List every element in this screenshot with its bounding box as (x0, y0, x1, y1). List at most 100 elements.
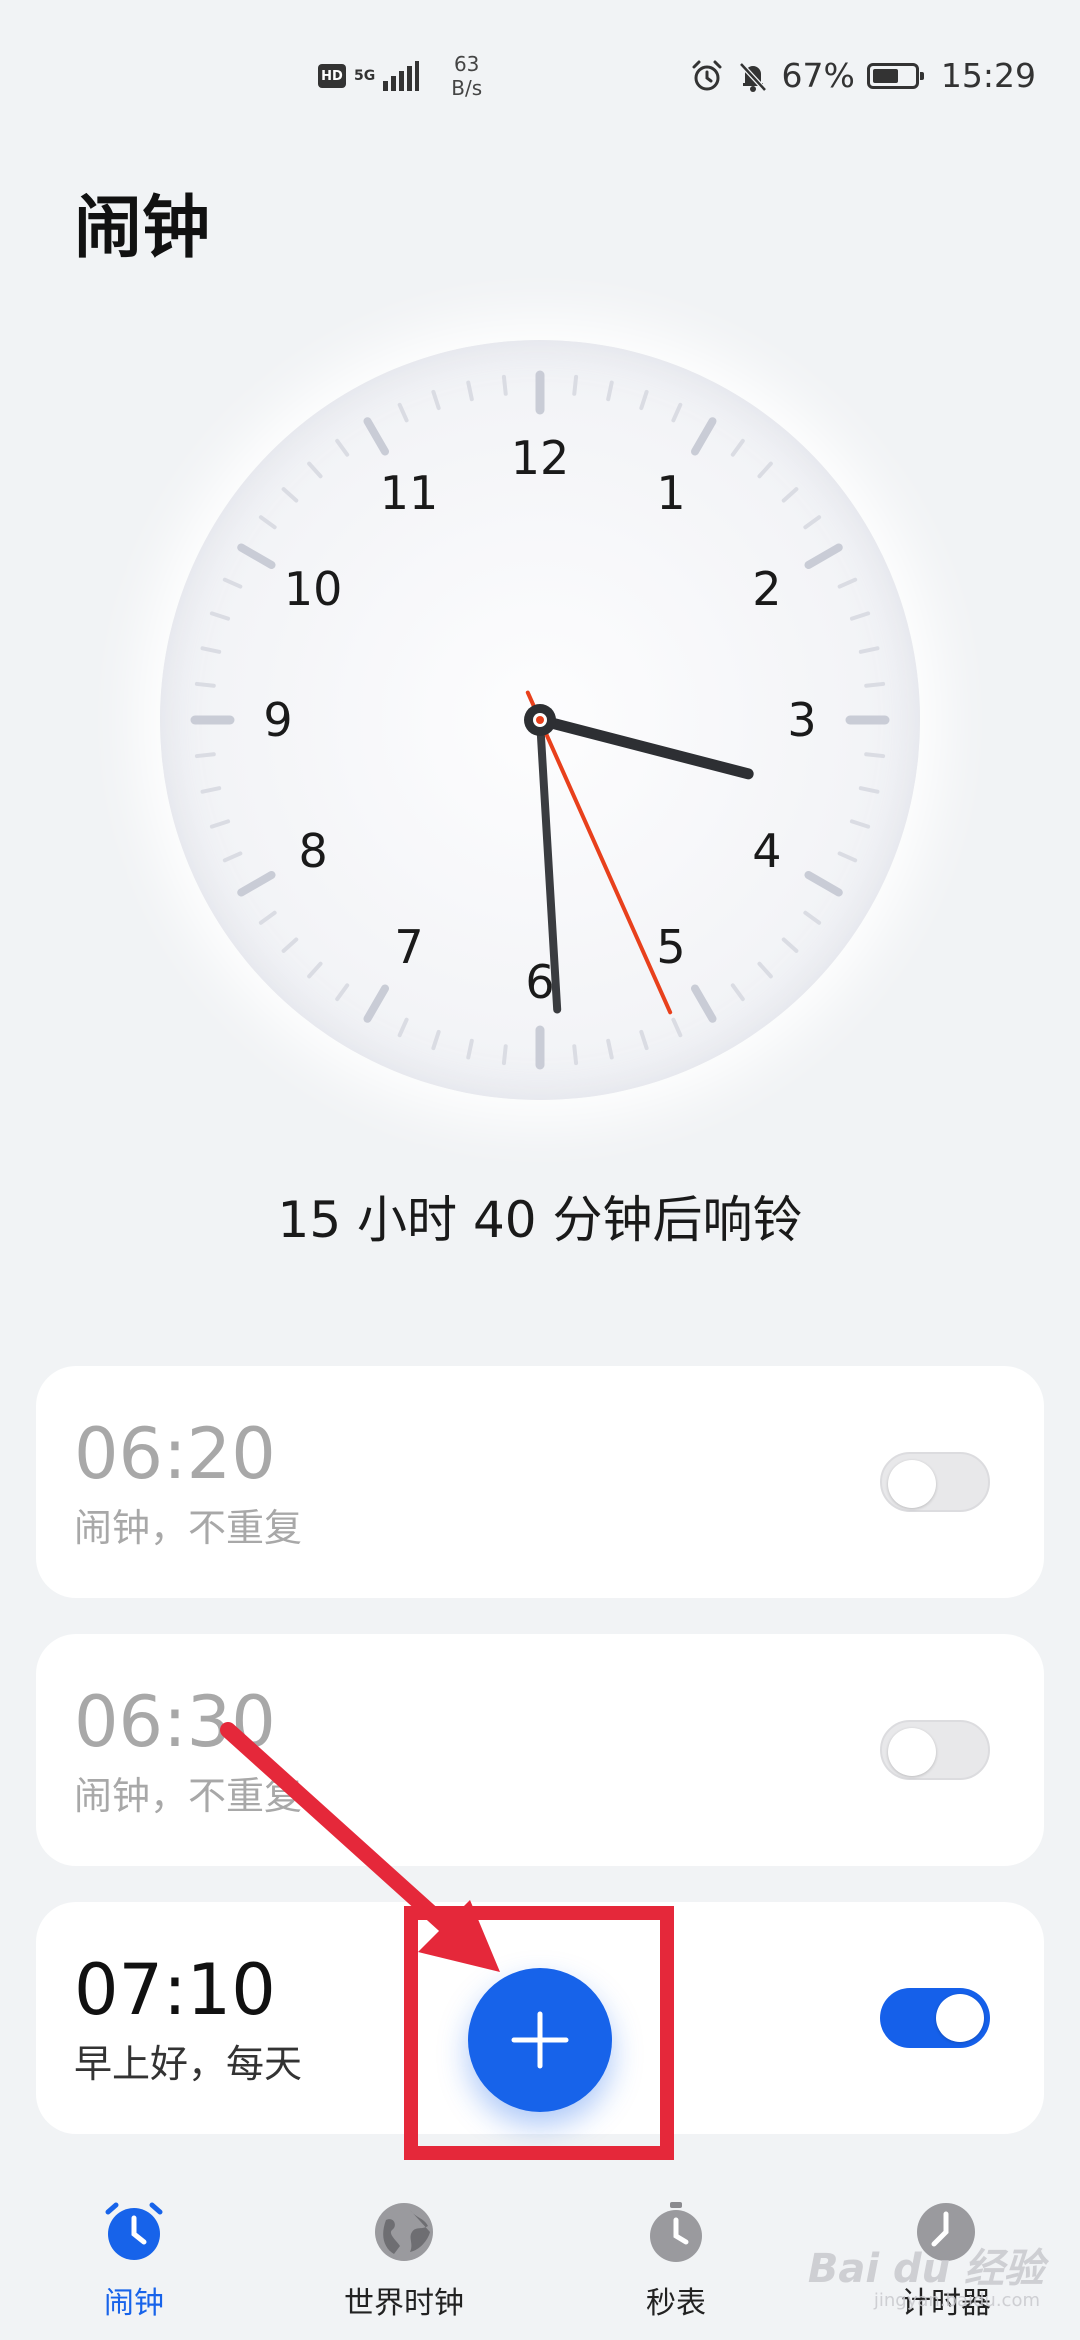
next-alarm-text: 15 小时 40 分钟后响铃 (277, 1191, 803, 1249)
alarm-clock-icon (102, 2200, 166, 2264)
clock-tick (200, 646, 222, 654)
nav-label: 闹钟 (104, 2286, 164, 2321)
clock-tick (222, 577, 243, 589)
clock-tick (397, 1017, 409, 1038)
bell-muted-icon (738, 61, 767, 92)
clock-tick (194, 681, 216, 688)
clock-tick (757, 461, 773, 479)
clock-tick (730, 438, 745, 457)
clock-numeral: 8 (298, 824, 327, 878)
signal-5g-label: 5G (354, 68, 376, 84)
alarm-toggle[interactable] (880, 1452, 990, 1512)
clock-tick (466, 380, 474, 402)
clock-tick (804, 543, 843, 569)
clock-numeral: 11 (380, 466, 439, 520)
toggle-knob (888, 1460, 936, 1508)
clock-tick (237, 543, 276, 569)
alarm-toggle[interactable] (880, 1720, 990, 1780)
nav-label: 秒表 (646, 2286, 706, 2321)
clock-tick (803, 910, 822, 925)
clock-tick (803, 515, 822, 530)
nav-item-alarm[interactable]: 闹钟 (34, 2200, 234, 2322)
clock-tick (671, 402, 683, 423)
status-bar: HD 5G 63 B/s 67% 15:29 (0, 0, 1080, 150)
clock-tick (639, 1029, 649, 1051)
clock-numeral: 5 (656, 920, 685, 974)
clock-tick (837, 851, 858, 863)
clock-tick (781, 937, 799, 953)
watermark-sub: jingyan.baidu.com (873, 2290, 1040, 2311)
clock-tick (397, 402, 409, 423)
alarm-toggle[interactable] (880, 1988, 990, 2048)
clock-tick (222, 851, 243, 863)
alarm-card[interactable]: 06:20 闹钟，不重复 (36, 1366, 1044, 1598)
clock-tick (501, 374, 508, 396)
nav-item-stopwatch[interactable]: 秒表 (576, 2200, 776, 2322)
alarm-label: 闹钟，不重复 (74, 1774, 303, 1818)
net-speed-unit: B/s (451, 76, 483, 100)
clock-tick (281, 937, 299, 953)
status-time: 15:29 (940, 56, 1036, 95)
nav-label: 世界时钟 (344, 2286, 464, 2321)
clock-tick (431, 1029, 441, 1051)
clock-tick (691, 984, 717, 1023)
clock-tick (781, 487, 799, 503)
clock-tick (200, 786, 222, 794)
clock-tick (466, 1038, 474, 1060)
clock-tick (804, 871, 843, 897)
clock-numeral: 10 (284, 562, 343, 616)
stopwatch-icon (644, 2200, 708, 2264)
clock-tick (209, 819, 231, 829)
clock-tick (237, 871, 276, 897)
clock-tick (858, 646, 880, 654)
clock-tick (639, 389, 649, 411)
clock-tick (307, 961, 323, 979)
clock-tick (363, 984, 389, 1023)
alarm-status-icon (692, 60, 722, 90)
clock-numeral: 7 (394, 920, 423, 974)
nav-item-world-clock[interactable]: 世界时钟 (304, 2200, 504, 2322)
clock-tick (730, 983, 745, 1002)
clock-tick (258, 910, 277, 925)
clock-tick (572, 374, 579, 396)
clock-tick (757, 961, 773, 979)
clock-tick (837, 577, 858, 589)
clock-dial: 121234567891011 (190, 370, 890, 1070)
signal-icon (383, 61, 420, 91)
alarm-card[interactable]: 06:30 闹钟，不重复 (36, 1634, 1044, 1866)
net-speed-value: 63 (453, 52, 480, 76)
clock-tick (431, 389, 441, 411)
clock-center-red (536, 716, 544, 724)
clock-numeral: 4 (752, 824, 781, 878)
alarm-time: 06:30 (74, 1681, 276, 1763)
alarm-label: 闹钟，不重复 (74, 1506, 303, 1550)
battery-icon (866, 62, 924, 89)
globe-icon (372, 2200, 436, 2264)
analog-clock: 12 1 2 3 4 5 6 7 8 9 10 11 (160, 340, 920, 1100)
clock-tick (864, 752, 886, 759)
status-right: 67% 15:29 (690, 56, 1036, 95)
clock-tick (194, 752, 216, 759)
status-left: HD 5G 63 B/s (318, 52, 482, 100)
clock-numeral: 6 (525, 955, 554, 1009)
clock-tick (606, 1038, 614, 1060)
clock-tick (864, 681, 886, 688)
toggle-knob (936, 1994, 984, 2042)
clock-tick (258, 515, 277, 530)
clock-tick (606, 380, 614, 402)
battery-fill (872, 68, 898, 83)
clock-tick (307, 461, 323, 479)
alarm-time: 06:20 (74, 1413, 276, 1495)
clock-numeral: 3 (787, 693, 816, 747)
clock-tick (849, 819, 871, 829)
hour-hand (534, 714, 754, 780)
clock-numeral: 12 (511, 431, 570, 485)
watermark: Bai du 经验 (807, 2246, 1044, 2292)
clock-tick (335, 983, 350, 1002)
page-title: 闹钟 (74, 189, 211, 268)
alarm-time: 07:10 (74, 1949, 276, 2031)
clock-tick (209, 611, 231, 621)
annotation-box (404, 1906, 674, 2160)
net-speed: 63 B/s (451, 52, 482, 100)
toggle-knob (888, 1728, 936, 1776)
